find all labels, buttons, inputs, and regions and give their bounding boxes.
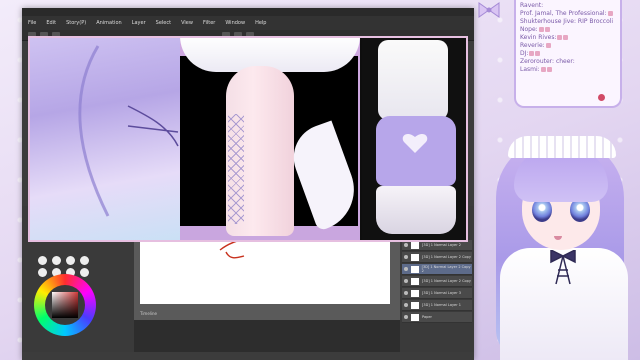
- chat-message: Kevin Rives:: [520, 34, 616, 42]
- menu-story[interactable]: Story(P): [66, 20, 86, 26]
- emote-icon: [538, 27, 544, 32]
- eye-icon[interactable]: [404, 303, 408, 307]
- brush-preset-icon[interactable]: [80, 256, 89, 265]
- chat-panel: Ravent: Prof. Jamal, The Professional: S…: [514, 0, 622, 108]
- layer-thumbnail: [410, 265, 419, 273]
- brush-preset-icon[interactable]: [38, 256, 47, 265]
- layer-thumbnail: [411, 289, 419, 297]
- layer-thumbnail: [411, 313, 419, 321]
- chat-message: DJ:: [520, 50, 616, 58]
- eye-icon[interactable]: [404, 267, 408, 271]
- chat-message: Zerorouter: cheer:: [520, 58, 575, 65]
- layer-row[interactable]: [3D] 1 Normal Layer 2 Copy: [402, 276, 472, 287]
- eye-icon[interactable]: [404, 255, 408, 259]
- layer-row[interactable]: [3D] 1 Normal Layer 1: [402, 300, 472, 311]
- menu-file[interactable]: File: [28, 20, 36, 26]
- emote-icon: [544, 27, 550, 32]
- record-dot-icon: [598, 94, 605, 101]
- layer-row[interactable]: Paper: [402, 312, 472, 323]
- chat-message: Nope:: [520, 26, 616, 34]
- menu-filter[interactable]: Filter: [203, 20, 215, 26]
- layer-row[interactable]: [3D] 1 Normal Layer 3: [402, 288, 472, 299]
- eye-icon[interactable]: [404, 315, 408, 319]
- eye-icon[interactable]: [404, 291, 408, 295]
- timeline-panel: [134, 320, 400, 352]
- layer-thumbnail: [411, 301, 419, 309]
- brush-preset-icon[interactable]: [52, 256, 61, 265]
- layer-name: [3D] 1 Normal Layer 1: [422, 303, 461, 307]
- emote-icon: [557, 35, 563, 40]
- eye-icon[interactable]: [404, 279, 408, 283]
- menu-view[interactable]: View: [181, 20, 193, 26]
- menu-help[interactable]: Help: [255, 20, 266, 26]
- layer-thumbnail: [411, 241, 419, 249]
- layer-name: [3D] 1 Normal Layer 2 Copy: [422, 279, 471, 283]
- chat-message: Prof. Jamal, The Professional:: [520, 10, 616, 18]
- brush-preset-icon[interactable]: [38, 268, 47, 277]
- layer-thumbnail: [411, 277, 419, 285]
- emote-icon: [545, 43, 551, 48]
- bow-icon: [478, 2, 500, 18]
- brush-preset-icon[interactable]: [66, 256, 75, 265]
- layer-thumbnail: [411, 253, 419, 261]
- eye-icon[interactable]: [404, 243, 408, 247]
- layer-name: [3D] 1 Normal Layer 2: [422, 243, 461, 247]
- layer-row[interactable]: [3D] 1 Normal Layer 2 Copy: [402, 252, 472, 263]
- timeline-label: Timeline: [140, 311, 158, 316]
- chat-message: Reverie:: [520, 42, 616, 50]
- ribbon-icon: [550, 250, 576, 285]
- chat-message: Shukterhouse Jive: RIP Broccoli: [520, 18, 614, 25]
- layer-name: Paper: [422, 315, 432, 319]
- avatar-headdress: [508, 136, 616, 158]
- emote-icon: [540, 67, 546, 72]
- emote-icon: [546, 67, 552, 72]
- emote-icon: [563, 35, 569, 40]
- reference-frame: [28, 36, 468, 242]
- chat-message: Lasmi:: [520, 66, 616, 74]
- layer-name: [3D] 1 Normal Layer 3: [422, 291, 461, 295]
- saturation-value-picker[interactable]: [52, 292, 78, 318]
- layer-row-selected[interactable]: [3D] 1 Normal Layer 2 Copy 2: [402, 264, 472, 275]
- brush-preset-icon[interactable]: [80, 268, 89, 277]
- layer-name: [3D] 1 Normal Layer 2 Copy: [422, 255, 471, 259]
- emote-icon: [529, 51, 535, 56]
- title-bar: [22, 8, 474, 16]
- menu-edit[interactable]: Edit: [46, 20, 56, 26]
- menu-window[interactable]: Window: [225, 20, 245, 26]
- menu-select[interactable]: Select: [156, 20, 171, 26]
- emote-icon: [607, 11, 613, 16]
- chat-message: Ravent:: [520, 2, 544, 9]
- emote-icon: [535, 51, 541, 56]
- menu-layer[interactable]: Layer: [132, 20, 146, 26]
- menu-animation[interactable]: Animation: [96, 20, 122, 26]
- layer-name: [3D] 1 Normal Layer 2 Copy 2: [421, 265, 471, 273]
- menu-bar: File Edit Story(P) Animation Layer Selec…: [22, 16, 474, 30]
